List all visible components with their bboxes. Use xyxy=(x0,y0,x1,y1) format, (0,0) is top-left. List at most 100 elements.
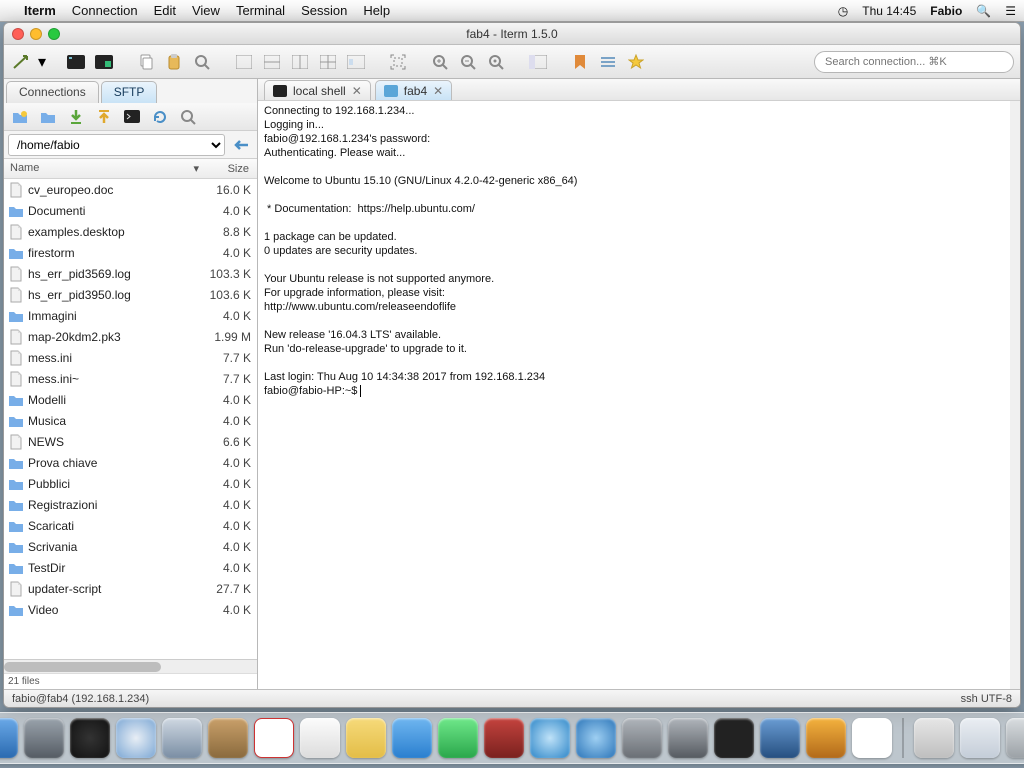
menu-icon[interactable] xyxy=(596,50,620,74)
dock-iterm[interactable] xyxy=(806,718,846,758)
menu-view[interactable]: View xyxy=(192,3,220,18)
refresh-button[interactable] xyxy=(148,105,172,129)
download-button[interactable] xyxy=(64,105,88,129)
dock-photobooth[interactable] xyxy=(484,718,524,758)
menu-terminal[interactable]: Terminal xyxy=(236,3,285,18)
dock-safari[interactable] xyxy=(116,718,156,758)
split-4-button[interactable] xyxy=(316,50,340,74)
dock-messages[interactable] xyxy=(392,718,432,758)
spotlight-icon[interactable]: 🔍 xyxy=(976,4,991,18)
file-list[interactable]: cv_europeo.doc16.0 KDocumenti4.0 Kexampl… xyxy=(4,179,257,659)
close-tab-icon[interactable]: ✕ xyxy=(433,84,443,98)
menu-edit[interactable]: Edit xyxy=(154,3,176,18)
menu-help[interactable]: Help xyxy=(363,3,390,18)
toggle-side-button[interactable] xyxy=(526,50,550,74)
close-tab-icon[interactable]: ✕ xyxy=(352,84,362,98)
file-name: mess.ini~ xyxy=(28,372,193,386)
col-name[interactable]: Name ▾ xyxy=(4,162,205,175)
dock-dashboard[interactable] xyxy=(70,718,110,758)
find-button[interactable] xyxy=(190,50,214,74)
dock-reminders[interactable] xyxy=(300,718,340,758)
list-item[interactable]: Pubblici4.0 K xyxy=(4,473,257,494)
search-files-button[interactable] xyxy=(176,105,200,129)
dropdown-icon[interactable]: ▾ xyxy=(38,50,46,74)
new-folder-button[interactable] xyxy=(8,105,32,129)
list-item[interactable]: hs_err_pid3569.log103.3 K xyxy=(4,263,257,284)
terminal2-button[interactable] xyxy=(92,50,116,74)
zoom-out-button[interactable] xyxy=(456,50,480,74)
list-item[interactable]: Prova chiave4.0 K xyxy=(4,452,257,473)
list-icon[interactable]: ☰ xyxy=(1005,4,1016,18)
list-item[interactable]: Registrazioni4.0 K xyxy=(4,494,257,515)
dock-downloads[interactable] xyxy=(914,718,954,758)
copy-button[interactable] xyxy=(134,50,158,74)
quick-connect-button[interactable] xyxy=(10,50,34,74)
list-item[interactable]: Musica4.0 K xyxy=(4,410,257,431)
list-item[interactable]: hs_err_pid3950.log103.6 K xyxy=(4,284,257,305)
split-h-button[interactable] xyxy=(260,50,284,74)
tab-local-shell[interactable]: local shell ✕ xyxy=(264,80,371,100)
list-item[interactable]: firestorm4.0 K xyxy=(4,242,257,263)
dock-itunes[interactable] xyxy=(530,718,570,758)
tab-fab4[interactable]: fab4 ✕ xyxy=(375,80,452,100)
list-item[interactable]: Immagini4.0 K xyxy=(4,305,257,326)
dock-updates[interactable] xyxy=(622,718,662,758)
zoom-reset-button[interactable] xyxy=(484,50,508,74)
split-v-button[interactable] xyxy=(288,50,312,74)
terminal1-button[interactable] xyxy=(64,50,88,74)
list-item[interactable]: Modelli4.0 K xyxy=(4,389,257,410)
connection-search[interactable] xyxy=(814,51,1014,73)
list-item[interactable]: cv_europeo.doc16.0 K xyxy=(4,179,257,200)
dock-appstore[interactable] xyxy=(576,718,616,758)
list-item[interactable]: Scrivania4.0 K xyxy=(4,536,257,557)
list-item[interactable]: Scaricati4.0 K xyxy=(4,515,257,536)
dock-documents[interactable] xyxy=(960,718,1000,758)
search-input[interactable] xyxy=(814,51,1014,73)
path-select[interactable]: /home/fabio xyxy=(8,134,225,156)
list-item[interactable]: updater-script27.7 K xyxy=(4,578,257,599)
dock-finder[interactable] xyxy=(0,718,18,758)
h-scrollbar[interactable] xyxy=(4,659,257,673)
dock-mail[interactable] xyxy=(162,718,202,758)
app-menu[interactable]: Iterm xyxy=(24,3,56,18)
menu-session[interactable]: Session xyxy=(301,3,347,18)
list-item[interactable]: TestDir4.0 K xyxy=(4,557,257,578)
list-item[interactable]: Video4.0 K xyxy=(4,599,257,620)
file-size: 4.0 K xyxy=(193,561,251,575)
star-icon[interactable] xyxy=(624,50,648,74)
menubar-user[interactable]: Fabio xyxy=(930,4,962,18)
dock-terminal[interactable] xyxy=(714,718,754,758)
go-button[interactable] xyxy=(229,133,253,157)
dock-contacts[interactable] xyxy=(208,718,248,758)
bookmark-icon[interactable] xyxy=(568,50,592,74)
paste-button[interactable] xyxy=(162,50,186,74)
dock-facetime[interactable] xyxy=(438,718,478,758)
fullscreen-button[interactable] xyxy=(386,50,410,74)
folder-button[interactable] xyxy=(36,105,60,129)
list-item[interactable]: Documenti4.0 K xyxy=(4,200,257,221)
clock-icon[interactable]: ◷ xyxy=(838,4,848,18)
list-item[interactable]: map-20kdm2.pk31.99 M xyxy=(4,326,257,347)
list-item[interactable]: NEWS6.6 K xyxy=(4,431,257,452)
tab-connections[interactable]: Connections xyxy=(6,81,99,103)
list-item[interactable]: examples.desktop8.8 K xyxy=(4,221,257,242)
list-item[interactable]: mess.ini7.7 K xyxy=(4,347,257,368)
dock-notes[interactable] xyxy=(346,718,386,758)
dock-trash[interactable] xyxy=(1006,718,1024,758)
dock-blank[interactable] xyxy=(852,718,892,758)
terminal-here-button[interactable] xyxy=(120,105,144,129)
panel-wide-button[interactable] xyxy=(344,50,368,74)
col-size[interactable]: Size xyxy=(205,163,257,175)
dock-vm[interactable] xyxy=(760,718,800,758)
split-1-button[interactable] xyxy=(232,50,256,74)
list-item[interactable]: mess.ini~7.7 K xyxy=(4,368,257,389)
dock-calendar[interactable] xyxy=(254,718,294,758)
zoom-in-button[interactable] xyxy=(428,50,452,74)
terminal-output[interactable]: Connecting to 192.168.1.234... Logging i… xyxy=(258,101,1020,689)
menu-connection[interactable]: Connection xyxy=(72,3,138,18)
upload-button[interactable] xyxy=(92,105,116,129)
dock-preferences[interactable] xyxy=(668,718,708,758)
dock-launchpad[interactable] xyxy=(24,718,64,758)
tab-sftp[interactable]: SFTP xyxy=(101,81,158,103)
file-header[interactable]: Name ▾ Size xyxy=(4,159,257,179)
